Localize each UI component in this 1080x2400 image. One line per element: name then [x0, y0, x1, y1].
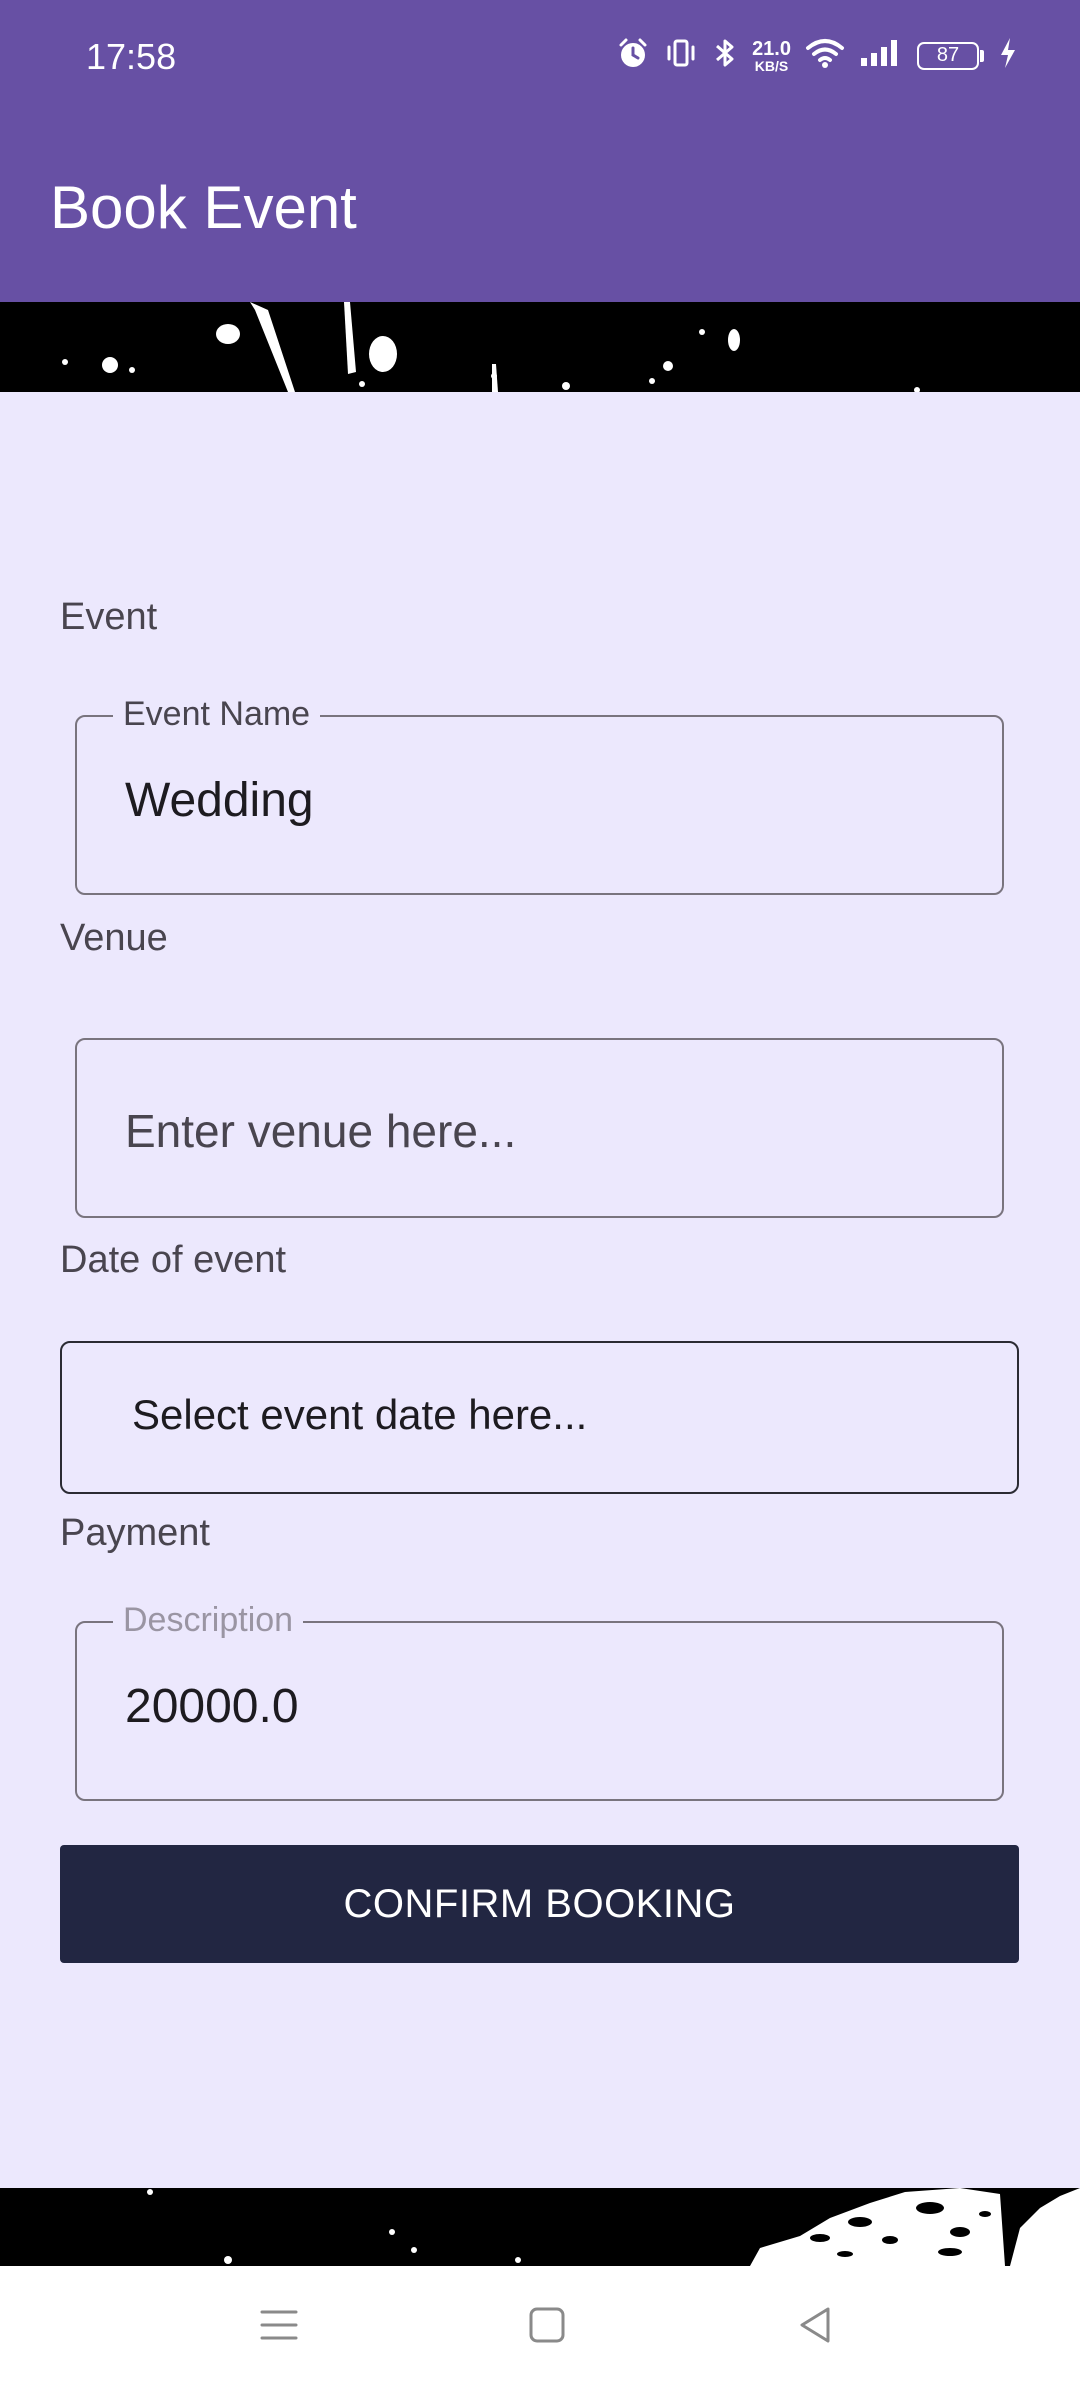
event-section-label: Event — [60, 596, 158, 638]
battery-level: 87 — [917, 41, 979, 70]
menu-icon[interactable] — [258, 2304, 300, 2351]
event-name-field[interactable]: Event Name Wedding — [75, 695, 1004, 895]
venue-field[interactable]: Enter venue here... — [75, 1038, 1004, 1218]
status-time: 17:58 — [86, 36, 177, 77]
status-bar: 17:58 21.0 KB/S 87 — [0, 0, 1080, 125]
event-name-value: Wedding — [125, 774, 314, 827]
vibrate-icon — [664, 36, 698, 75]
date-section-label: Date of event — [60, 1239, 287, 1281]
decorative-splash-top — [0, 302, 1080, 393]
event-name-label: Event Name — [113, 695, 321, 734]
net-speed-unit: KB/S — [754, 57, 789, 74]
battery-icon: 87 — [917, 41, 984, 70]
page-title: Book Event — [50, 174, 357, 241]
app-bar: Book Event — [0, 125, 1080, 302]
venue-section-label: Venue — [60, 917, 168, 959]
venue-placeholder: Enter venue here... — [125, 1105, 517, 1157]
alarm-icon — [616, 36, 650, 75]
signal-icon — [859, 38, 903, 73]
confirm-booking-button[interactable]: CONFIRM BOOKING — [60, 1845, 1019, 1963]
charging-icon — [998, 36, 1018, 75]
description-label: Description — [113, 1601, 304, 1640]
home-icon[interactable] — [526, 2304, 568, 2351]
navigation-bar — [0, 2266, 1080, 2400]
payment-section-label: Payment — [60, 1512, 210, 1554]
event-date-placeholder: Select event date here... — [132, 1391, 588, 1438]
event-date-picker[interactable]: Select event date here... — [60, 1341, 1019, 1494]
back-icon[interactable] — [794, 2304, 836, 2351]
payment-value: 20000.0 — [125, 1680, 299, 1733]
booking-form: Event Event Name Wedding Venue Enter ven… — [0, 392, 1080, 2188]
decorative-splash-bottom — [0, 2188, 1080, 2266]
bluetooth-icon — [712, 36, 738, 75]
net-speed-value: 21.0 — [752, 37, 791, 60]
network-speed: 21.0 KB/S — [752, 39, 791, 73]
payment-field[interactable]: Description 20000.0 — [75, 1601, 1004, 1801]
status-icons: 21.0 KB/S 87 — [616, 36, 1018, 75]
wifi-icon — [805, 37, 845, 74]
